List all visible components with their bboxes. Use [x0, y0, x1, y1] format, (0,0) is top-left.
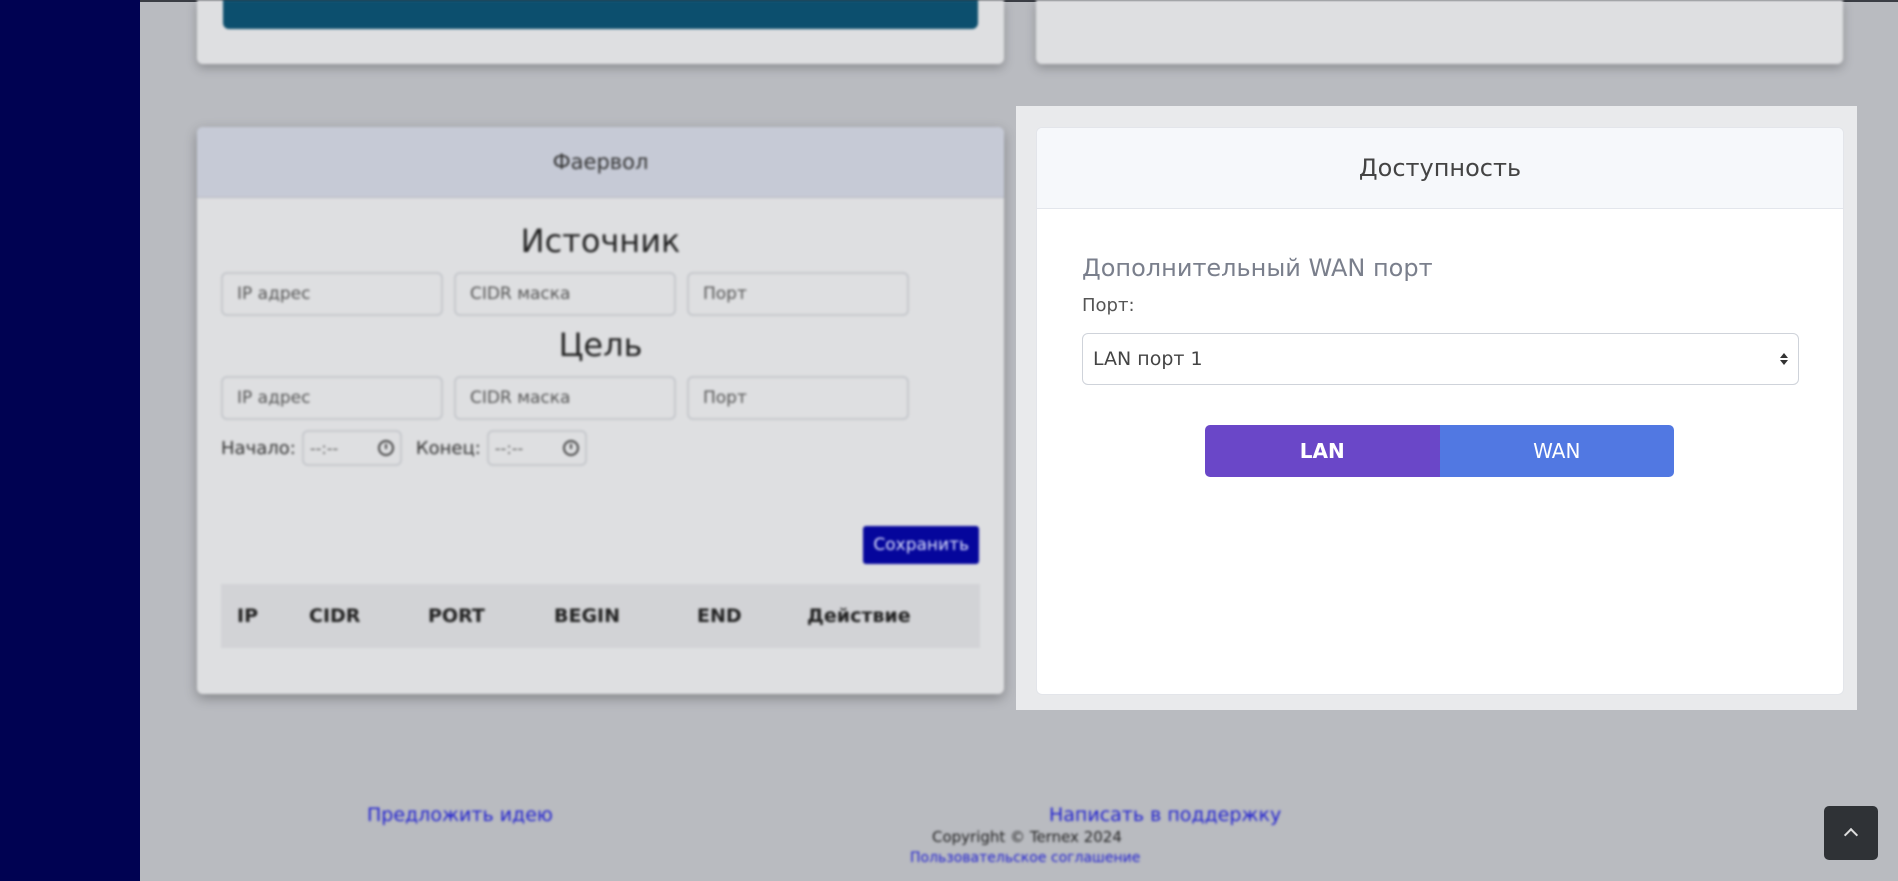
column-begin: BEGIN — [554, 605, 621, 627]
wan-port-section-title: Дополнительный WAN порт — [1082, 254, 1433, 282]
support-link[interactable]: Написать в поддержку — [1049, 804, 1281, 826]
source-heading: Источник — [520, 222, 681, 260]
lan-wan-toggle: LAN WAN — [1205, 425, 1674, 477]
top-left-card-bar — [223, 0, 978, 29]
lan-button[interactable]: LAN — [1205, 425, 1440, 477]
port-select-value: LAN порт 1 — [1093, 348, 1203, 370]
availability-title: Доступность — [1037, 128, 1843, 209]
firewall-card: Фаервол Источник IP адрес CIDR маска Пор… — [197, 127, 1004, 694]
top-left-card — [197, 0, 1004, 64]
copyright: Copyright © Ternex 2024 — [932, 828, 1122, 846]
source-inputs: IP адрес CIDR маска Порт — [197, 272, 1004, 316]
source-cidr-input[interactable]: CIDR маска — [454, 272, 676, 316]
sidebar — [0, 0, 140, 881]
user-agreement-link[interactable]: Пользовательское соглашение — [910, 850, 1140, 866]
firewall-table-header: IP CIDR PORT BEGIN END Действие — [221, 584, 980, 648]
select-arrows-icon — [1780, 353, 1788, 365]
column-end: END — [697, 605, 742, 627]
start-time-value: --:-- — [309, 438, 339, 458]
column-cidr: CIDR — [309, 605, 361, 627]
clock-icon — [377, 440, 394, 456]
availability-card: Доступность Дополнительный WAN порт Порт… — [1036, 127, 1844, 695]
clock-icon — [562, 440, 579, 456]
column-ip: IP — [237, 605, 258, 627]
end-time-value: --:-- — [494, 438, 524, 458]
start-time-input[interactable]: --:-- — [301, 430, 402, 466]
time-row: Начало: --:-- Конец: --:-- — [197, 430, 1004, 466]
end-time-input[interactable]: --:-- — [486, 430, 587, 466]
end-label: Конец: — [415, 437, 481, 459]
start-label: Начало: — [221, 437, 296, 459]
column-port: PORT — [428, 605, 485, 627]
column-action: Действие — [807, 605, 911, 627]
suggest-idea-link[interactable]: Предложить идею — [367, 804, 553, 826]
top-right-card — [1036, 0, 1843, 64]
scroll-to-top-button[interactable] — [1824, 806, 1878, 860]
target-ip-input[interactable]: IP адрес — [221, 376, 443, 420]
source-ip-input[interactable]: IP адрес — [221, 272, 443, 316]
save-button[interactable]: Сохранить — [863, 526, 979, 564]
port-label: Порт: — [1082, 295, 1135, 316]
wan-button[interactable]: WAN — [1439, 425, 1674, 477]
source-port-input[interactable]: Порт — [687, 272, 909, 316]
port-select[interactable]: LAN порт 1 — [1082, 333, 1799, 385]
firewall-title: Фаервол — [197, 127, 1004, 198]
target-port-input[interactable]: Порт — [687, 376, 909, 420]
target-heading: Цель — [558, 326, 643, 364]
target-inputs: IP адрес CIDR маска Порт — [197, 376, 1004, 420]
target-cidr-input[interactable]: CIDR маска — [454, 376, 676, 420]
chevron-up-icon — [1843, 827, 1859, 843]
